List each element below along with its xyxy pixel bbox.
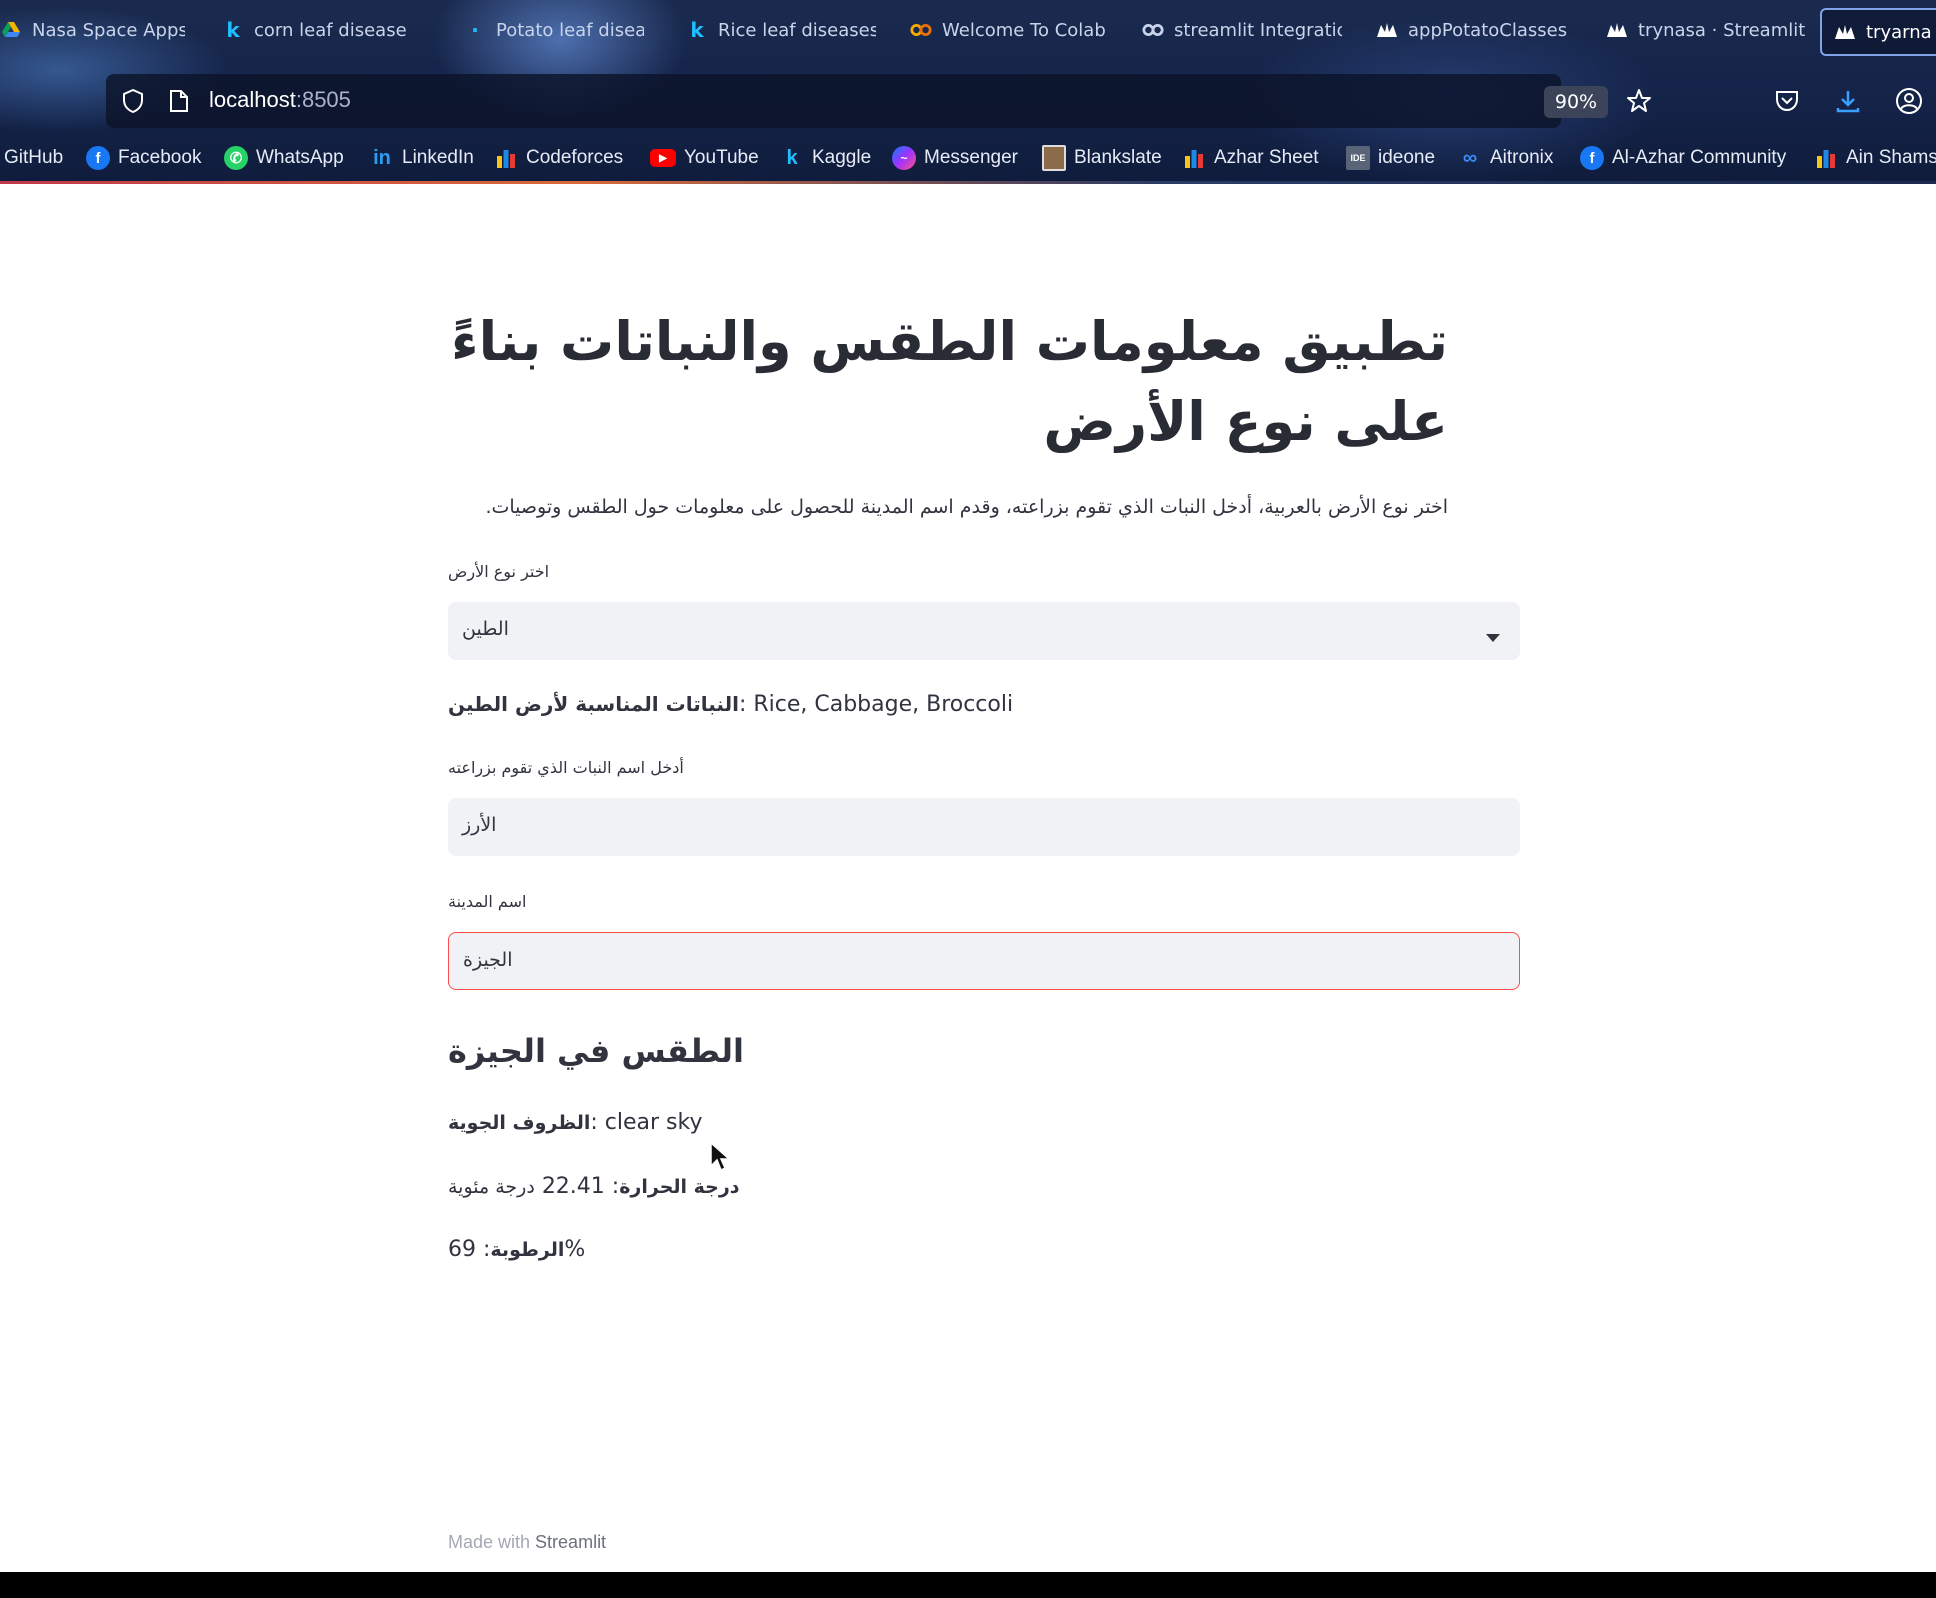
bookmark-kaggle[interactable]: k Kaggle	[780, 142, 871, 174]
bookmark-linkedin[interactable]: in LinkedIn	[370, 142, 474, 174]
tab-app-potato-classes[interactable]: appPotatoClasses	[1376, 8, 1576, 52]
soil-select[interactable]: الطين	[448, 602, 1520, 660]
url-text[interactable]: localhost:8505	[209, 87, 351, 113]
footer: Made with Streamlit	[448, 1532, 607, 1552]
bookmark-codeforces[interactable]: Codeforces	[494, 142, 623, 174]
kaggle-icon: k	[226, 18, 240, 42]
ideone-icon: IDE	[1346, 146, 1370, 170]
soil-select-label: اختر نوع الأرض	[448, 562, 550, 581]
bookmark-ain-shams[interactable]: Ain Shams	[1814, 142, 1936, 174]
temperature-value: : 22.41	[541, 1174, 620, 1199]
address-bar[interactable]: localhost:8505 90%	[106, 74, 1651, 128]
tab-tryarna-active[interactable]: tryarna	[1820, 8, 1936, 56]
star-icon[interactable]	[1624, 86, 1654, 116]
conditions-value: : clear sky	[590, 1110, 703, 1135]
streamlit-link[interactable]: Streamlit	[535, 1532, 606, 1552]
meta-icon: ∞	[1462, 146, 1478, 169]
streamlit-icon	[1606, 19, 1628, 41]
city-input[interactable]: الجيزة	[448, 932, 1520, 990]
suitable-plants-label: النباتات المناسبة لأرض الطين	[448, 692, 739, 716]
suitable-plants-text: النباتات المناسبة لأرض الطين: Rice, Cabb…	[448, 692, 1013, 717]
bookmark-messenger[interactable]: ~ Messenger	[892, 142, 1018, 174]
temperature-unit: درجة مئوية	[448, 1176, 535, 1198]
city-input-value: الجيزة	[463, 949, 513, 971]
soil-select-value: الطين	[462, 618, 509, 640]
tab-welcome-to-colab[interactable]: Welcome To Colab	[910, 8, 1110, 52]
blankslate-icon	[1042, 145, 1066, 171]
humidity-text: الرطوبة: 69%	[448, 1237, 585, 1262]
plant-input-value: الأرز	[462, 814, 497, 836]
tab-nasa-space-apps[interactable]: Nasa Space Apps	[0, 8, 185, 52]
suitable-plants-value: : Rice, Cabbage, Broccoli	[738, 692, 1014, 717]
conditions-text: الظروف الجوية: clear sky	[448, 1110, 703, 1135]
codeforces-icon	[494, 146, 518, 170]
temperature-label: درجة الحرارة	[619, 1176, 740, 1198]
linkedin-icon: in	[373, 146, 391, 169]
streamlit-icon	[1834, 21, 1856, 43]
bookmark-blankslate[interactable]: Blankslate	[1042, 142, 1162, 174]
bottom-bar	[0, 1572, 1936, 1598]
bookmarks-bar: GitHub f Facebook ✆ WhatsApp in LinkedIn…	[0, 136, 1936, 180]
plant-input[interactable]: الأرز	[448, 798, 1520, 856]
download-icon[interactable]	[1833, 86, 1863, 116]
facebook-icon: f	[1580, 146, 1604, 170]
tab-trynasa-streamlit[interactable]: trynasa · Streamlit	[1606, 8, 1806, 52]
tab-corn-leaf-disease[interactable]: k corn leaf disease	[222, 8, 412, 52]
city-input-label: اسم المدينة	[448, 892, 527, 911]
bookmark-azhar-sheet[interactable]: Azhar Sheet	[1182, 142, 1319, 174]
zoom-level-badge[interactable]: 90%	[1544, 86, 1608, 118]
mouse-cursor-icon	[710, 1142, 730, 1172]
pocket-icon[interactable]	[1772, 86, 1802, 116]
temperature-text: درجة الحرارة: 22.41 درجة مئوية	[448, 1174, 740, 1199]
app-title: تطبيق معلومات الطقس والنباتات بناءً على …	[451, 310, 1448, 453]
shield-icon[interactable]	[118, 86, 148, 116]
chevron-down-icon	[1486, 627, 1500, 646]
bookmark-whatsapp[interactable]: ✆ WhatsApp	[224, 142, 344, 174]
bookmark-facebook[interactable]: f Facebook	[86, 142, 201, 174]
browser-chrome: Nasa Space Apps k corn leaf disease · Po…	[0, 0, 1936, 184]
streamlit-page: تطبيق معلومات الطقس والنباتات بناءً على …	[0, 184, 1936, 1572]
bookmark-aitronix[interactable]: ∞ Aitronix	[1458, 142, 1554, 174]
bookmark-youtube[interactable]: ▶ YouTube	[650, 142, 759, 174]
conditions-label: الظروف الجوية	[448, 1112, 591, 1134]
app-description: اختر نوع الأرض بالعربية، أدخل النبات الذ…	[485, 496, 1448, 518]
kaggle-icon: k	[690, 18, 704, 42]
codeforces-icon	[1182, 146, 1206, 170]
plant-input-label: أدخل اسم النبات الذي تقوم بزراعته	[448, 758, 684, 777]
kaggle-icon: ·	[471, 18, 479, 42]
bookmark-ideone[interactable]: IDE ideone	[1346, 142, 1435, 174]
drive-icon	[0, 19, 22, 41]
weather-heading: الطقس في الجيزة	[448, 1032, 744, 1070]
tab-potato-leaf-disease[interactable]: · Potato leaf diseas	[464, 8, 644, 52]
kaggle-icon: k	[786, 146, 798, 169]
facebook-icon: f	[86, 146, 110, 170]
bookmark-github[interactable]: GitHub	[4, 142, 63, 174]
humidity-label: الرطوبة	[490, 1239, 565, 1261]
page-icon	[164, 86, 194, 116]
tab-rice-leaf-diseases[interactable]: k Rice leaf diseases	[686, 8, 876, 52]
humidity-value: : 69	[448, 1237, 491, 1262]
tab-streamlit-integration[interactable]: streamlit Integratio	[1142, 8, 1342, 52]
colab-icon	[1142, 19, 1164, 41]
messenger-icon: ~	[892, 146, 916, 170]
colab-icon	[910, 19, 932, 41]
tab-strip: Nasa Space Apps k corn leaf disease · Po…	[0, 0, 1936, 62]
bookmark-al-azhar-community[interactable]: f Al-Azhar Community	[1580, 142, 1786, 174]
streamlit-icon	[1376, 19, 1398, 41]
account-icon[interactable]	[1894, 86, 1924, 116]
youtube-icon: ▶	[650, 149, 676, 167]
codeforces-icon	[1814, 146, 1838, 170]
whatsapp-icon: ✆	[224, 146, 248, 170]
humidity-unit: %	[564, 1237, 586, 1262]
